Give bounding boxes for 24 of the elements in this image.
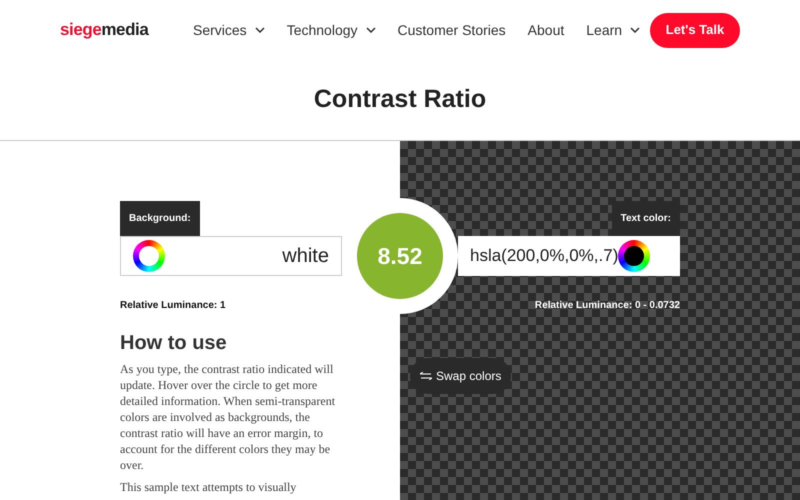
color-wheel-icon[interactable] — [133, 240, 165, 272]
nav-link[interactable]: About — [528, 20, 564, 40]
nav-link[interactable]: Learn — [586, 20, 640, 40]
nav-link[interactable]: Technology — [286, 20, 376, 40]
section-heading: How to use — [120, 331, 228, 355]
color-wheel-icon[interactable] — [618, 240, 650, 272]
text-color-field[interactable]: hsla(200,0%,0%,.7) — [458, 236, 680, 276]
lets-talk-button[interactable]: Let's Talk — [650, 12, 740, 48]
paragraph: As you type, the contrast ratio indicated will update. Hover over the circle to get more detailed information. When semi-transparent colors are involved as backgrounds, the contrast ratio will have an error margin, to account for the different colors they may be over. — [120, 361, 336, 473]
background-color-field[interactable]: white — [120, 236, 342, 276]
chevron-down-icon — [366, 27, 376, 33]
nav-link[interactable]: Customer Stories — [398, 20, 506, 40]
page-title: Contrast Ratio — [314, 84, 486, 116]
luminance-text: Relative Luminance: 1 — [120, 299, 227, 313]
field-label: Text color: — [612, 201, 680, 236]
nav-link[interactable]: Services — [193, 20, 265, 40]
logo[interactable]: siegemedia — [60, 17, 160, 43]
swap-icon — [420, 372, 432, 380]
paragraph: This sample text attempts to visually — [120, 479, 298, 495]
luminance-text: Relative Luminance: 0 - 0.0732 — [534, 299, 680, 313]
swap-colors-button[interactable]: Swap colors — [410, 358, 512, 394]
chevron-down-icon — [254, 27, 265, 33]
chevron-down-icon — [630, 27, 640, 33]
field-label: Background: — [120, 201, 200, 236]
